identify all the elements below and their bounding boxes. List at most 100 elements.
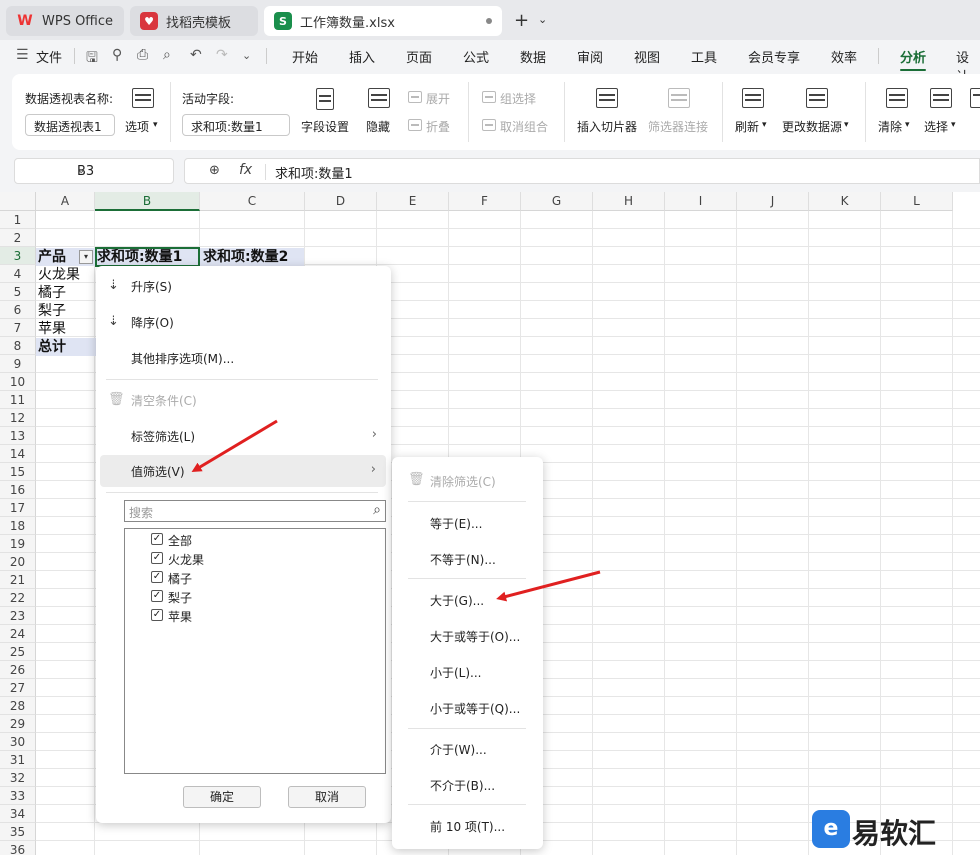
- row-header[interactable]: 12: [0, 409, 36, 427]
- column-header[interactable]: B: [95, 192, 200, 211]
- pivot-row-label[interactable]: 橘子: [38, 284, 66, 302]
- chevron-down-icon[interactable]: ⌄: [77, 165, 165, 176]
- filter-connections-icon[interactable]: [668, 88, 690, 108]
- menu-member[interactable]: 会员专享: [748, 47, 800, 66]
- row-header[interactable]: 19: [0, 535, 36, 553]
- column-header[interactable]: F: [449, 192, 521, 211]
- row-header[interactable]: 4: [0, 265, 36, 283]
- ungroup-button[interactable]: 取消组合: [500, 118, 548, 135]
- chevron-down-icon[interactable]: ▾: [153, 120, 158, 130]
- options-button[interactable]: 选项: [125, 118, 149, 135]
- print-icon[interactable]: ⎙: [137, 47, 148, 63]
- row-header[interactable]: 15: [0, 463, 36, 481]
- select-icon[interactable]: [930, 88, 952, 108]
- chevron-down-icon[interactable]: ▾: [951, 120, 956, 130]
- tab-wps-office[interactable]: W WPS Office: [6, 6, 124, 36]
- menu-data[interactable]: 数据: [520, 47, 546, 66]
- row-header[interactable]: 35: [0, 823, 36, 841]
- row-header[interactable]: 2: [0, 229, 36, 247]
- hamburger-icon[interactable]: ☰: [16, 47, 29, 63]
- menu-efficiency[interactable]: 效率: [831, 47, 857, 66]
- row-header[interactable]: 1: [0, 211, 36, 229]
- row-header[interactable]: 30: [0, 733, 36, 751]
- insert-slicer-button[interactable]: 插入切片器: [577, 118, 637, 135]
- change-source-icon[interactable]: [806, 88, 828, 108]
- pivot-row-label[interactable]: 火龙果: [38, 266, 80, 284]
- field-settings-button[interactable]: 字段设置: [301, 118, 349, 135]
- menu-page[interactable]: 页面: [406, 47, 432, 66]
- between-item[interactable]: 介于(W)...: [392, 733, 543, 763]
- sort-ascending-item[interactable]: ⇣ 升序(S): [96, 270, 391, 302]
- print-preview-icon[interactable]: ⌕: [163, 47, 171, 63]
- column-header[interactable]: D: [305, 192, 377, 211]
- row-header[interactable]: 13: [0, 427, 36, 445]
- chevron-down-icon[interactable]: ▾: [844, 120, 849, 130]
- top-10-item[interactable]: 前 10 项(T)...: [392, 810, 543, 840]
- row-header[interactable]: 9: [0, 355, 36, 373]
- column-header[interactable]: K: [809, 192, 881, 211]
- refresh-icon[interactable]: [742, 88, 764, 108]
- save-icon[interactable]: 🖫: [86, 47, 98, 71]
- chevron-down-icon[interactable]: ▾: [762, 120, 767, 130]
- row-header[interactable]: 36: [0, 841, 36, 855]
- clear-button[interactable]: 清除: [878, 118, 902, 135]
- cancel-button[interactable]: 取消: [288, 786, 366, 808]
- filter-connections-button[interactable]: 筛选器连接: [648, 118, 708, 135]
- pivot-header-product[interactable]: 产品: [38, 248, 66, 266]
- row-header[interactable]: 11: [0, 391, 36, 409]
- greater-than-item[interactable]: 大于(G)...: [392, 584, 543, 614]
- pivot-total-label[interactable]: 总计: [38, 338, 66, 356]
- row-header[interactable]: 34: [0, 805, 36, 823]
- menu-analyze[interactable]: 分析: [900, 47, 926, 66]
- row-header[interactable]: 7: [0, 319, 36, 337]
- clear-filter-item[interactable]: 🗑 清除筛选(C): [392, 465, 543, 495]
- link-icon[interactable]: ⚲: [112, 47, 122, 63]
- row-header[interactable]: 24: [0, 625, 36, 643]
- formula-input[interactable]: ⊕ fx 求和项:数量1: [184, 158, 980, 184]
- column-header[interactable]: H: [593, 192, 665, 211]
- select-all-corner[interactable]: [0, 192, 36, 211]
- sort-descending-item[interactable]: ⇣ 降序(O): [96, 306, 391, 338]
- search-icon[interactable]: ⌕: [373, 502, 381, 518]
- chevron-down-icon[interactable]: ⌄: [242, 49, 251, 62]
- row-header[interactable]: 28: [0, 697, 36, 715]
- pivot-name-input[interactable]: 数据透视表1: [25, 114, 115, 136]
- row-header[interactable]: 8: [0, 337, 36, 355]
- name-box[interactable]: B3 ⌄: [14, 158, 174, 184]
- row-header[interactable]: 29: [0, 715, 36, 733]
- chevron-down-icon[interactable]: ▾: [905, 120, 910, 130]
- clear-icon[interactable]: [886, 88, 908, 108]
- pivot-table-icon[interactable]: [132, 88, 154, 108]
- pivot-header-sum2[interactable]: 求和项:数量2: [203, 248, 288, 266]
- chevron-down-icon[interactable]: ⌄: [538, 13, 547, 26]
- row-header[interactable]: 10: [0, 373, 36, 391]
- not-between-item[interactable]: 不介于(B)...: [392, 769, 543, 799]
- row-header[interactable]: 14: [0, 445, 36, 463]
- menu-view[interactable]: 视图: [634, 47, 660, 66]
- less-than-item[interactable]: 小于(L)...: [392, 656, 543, 686]
- search-input[interactable]: 搜索 ⌕: [124, 500, 386, 522]
- group-selection-icon[interactable]: [482, 91, 496, 103]
- select-button[interactable]: 选择: [924, 118, 948, 135]
- menu-insert[interactable]: 插入: [349, 47, 375, 66]
- tab-docer-templates[interactable]: ♥ 找稻壳模板: [130, 6, 258, 36]
- filter-item-list[interactable]: ✓ 全部 ✓ 火龙果 ✓ 橘子 ✓ 梨子 ✓ 苹果: [124, 528, 386, 774]
- more-sort-options-item[interactable]: 其他排序选项(M)...: [96, 342, 391, 374]
- not-equals-item[interactable]: 不等于(N)...: [392, 543, 543, 573]
- row-header[interactable]: 32: [0, 769, 36, 787]
- ungroup-icon[interactable]: [482, 119, 496, 131]
- row-header[interactable]: 16: [0, 481, 36, 499]
- column-header[interactable]: I: [665, 192, 737, 211]
- ok-button[interactable]: 确定: [183, 786, 261, 808]
- menu-formula[interactable]: 公式: [463, 47, 489, 66]
- clear-condition-item[interactable]: 🗑 清空条件(C): [96, 384, 391, 416]
- pivot-row-label[interactable]: 梨子: [38, 302, 66, 320]
- greater-or-equal-item[interactable]: 大于或等于(O)...: [392, 620, 543, 650]
- row-header[interactable]: 6: [0, 301, 36, 319]
- insert-slicer-icon[interactable]: [596, 88, 618, 108]
- refresh-button[interactable]: 刷新: [735, 118, 759, 135]
- expand-icon[interactable]: [408, 91, 422, 103]
- row-header[interactable]: 3: [0, 247, 36, 265]
- row-header[interactable]: 21: [0, 571, 36, 589]
- row-header[interactable]: 33: [0, 787, 36, 805]
